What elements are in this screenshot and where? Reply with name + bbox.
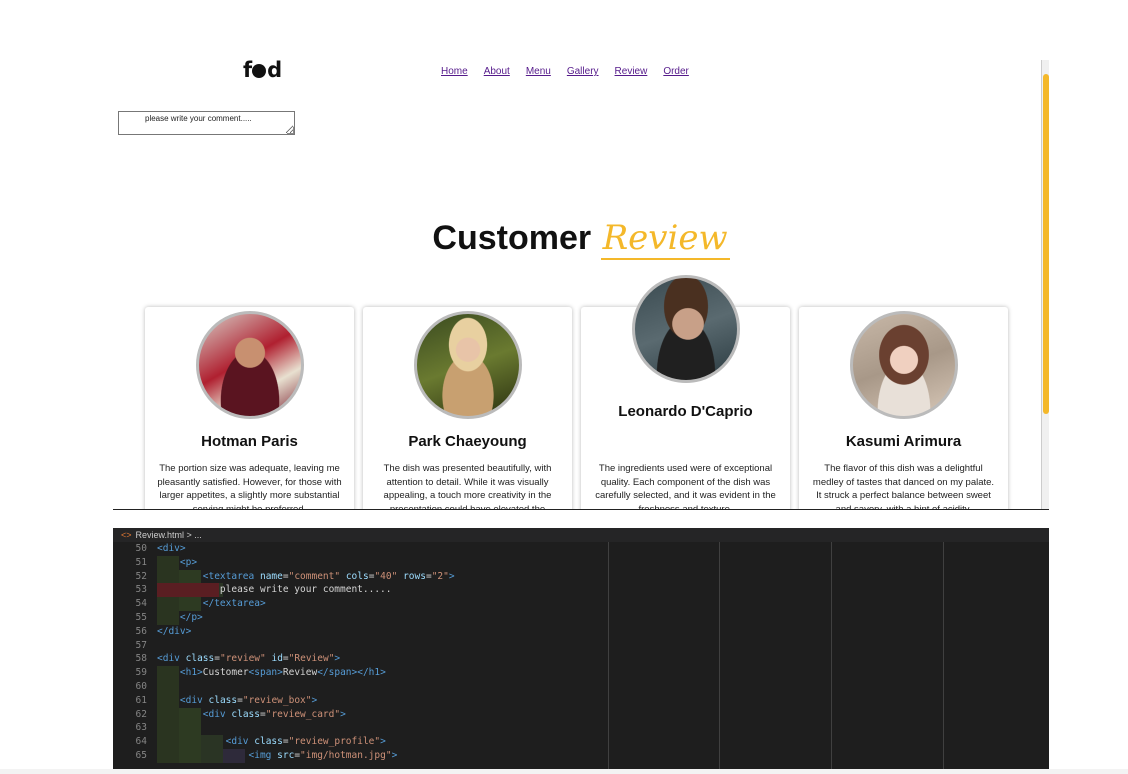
reviewer-name: Hotman Paris xyxy=(201,433,298,450)
nav-gallery[interactable]: Gallery xyxy=(567,66,599,77)
code-line[interactable]: 53 please write your comment..... xyxy=(113,583,1049,598)
html-file-icon: <> xyxy=(121,530,132,540)
line-number: 52 xyxy=(135,570,147,582)
ruler-guide xyxy=(831,542,832,770)
review-text: The flavor of this dish was a delightful… xyxy=(812,463,995,510)
line-number: 54 xyxy=(135,598,147,610)
line-number: 61 xyxy=(135,694,147,706)
review-title: Customer Review xyxy=(432,218,730,260)
avatar xyxy=(849,311,958,419)
code-text[interactable]: <h1>Customer<span>Review</span></h1> xyxy=(157,667,386,678)
code-line[interactable]: 64 <div class="review_profile"> xyxy=(113,735,1049,749)
comment-textarea[interactable]: please write your comment..... xyxy=(118,111,295,135)
code-text[interactable]: <p> xyxy=(157,557,197,568)
avatar xyxy=(195,311,304,419)
line-number: 58 xyxy=(135,653,147,665)
line-number: 50 xyxy=(135,543,147,554)
review-card: Leonardo D'Caprio The ingredients used w… xyxy=(581,275,790,510)
review-text: The dish was presented beautifully, with… xyxy=(383,463,552,510)
review-card: Hotman Paris The portion size was adequa… xyxy=(145,307,354,510)
page-preview: fd Home About Menu Gallery Review Order … xyxy=(113,58,1049,510)
avatar xyxy=(631,275,740,383)
code-line[interactable]: 58 <div class="review" id="Review"> xyxy=(113,652,1049,666)
code-line[interactable]: 54 </textarea> xyxy=(113,597,1049,611)
status-strip xyxy=(0,769,1128,774)
breadcrumb-rest: > ... xyxy=(186,530,202,540)
nav-review[interactable]: Review xyxy=(615,66,648,77)
line-number: 59 xyxy=(135,667,147,679)
code-line[interactable]: 55 </p> xyxy=(113,610,1049,625)
code-line[interactable]: 52 <textarea name="comment" cols="40" ro… xyxy=(113,569,1049,584)
code-text[interactable]: <div> xyxy=(157,543,186,554)
code-line[interactable]: 65 <img src="img/hotman.jpg"> xyxy=(113,748,1049,763)
nav-home[interactable]: Home xyxy=(441,66,468,77)
code-line[interactable]: 50 <div> xyxy=(113,542,1049,556)
avatar xyxy=(413,311,522,419)
nav-menu[interactable]: Menu xyxy=(526,66,551,77)
line-number: 56 xyxy=(135,625,147,637)
review-text: The portion size was adequate, leaving m… xyxy=(157,463,342,510)
code-text[interactable]: please write your comment..... xyxy=(157,584,392,595)
tomato-icon xyxy=(252,64,267,78)
code-text[interactable]: <div class="review" id="Review"> xyxy=(157,653,340,664)
preview-scrollbar[interactable] xyxy=(1041,60,1049,510)
code-text[interactable]: <textarea name="comment" cols="40" rows=… xyxy=(157,571,455,582)
indent-guide xyxy=(179,721,201,736)
nav-about[interactable]: About xyxy=(484,66,510,77)
line-number: 64 xyxy=(135,736,147,748)
line-number: 60 xyxy=(135,680,147,692)
code-line[interactable]: 62 <div class="review_card"> xyxy=(113,707,1049,722)
code-text[interactable]: </textarea> xyxy=(157,598,266,609)
scrollbar-thumb[interactable] xyxy=(1043,74,1049,414)
breadcrumb-file[interactable]: Review.html xyxy=(136,530,185,540)
review-text: The ingredients used were of exceptional… xyxy=(595,463,776,510)
reviewer-name: Leonardo D'Caprio xyxy=(618,403,753,420)
code-line[interactable]: 60 xyxy=(113,679,1049,694)
indent-guide xyxy=(157,679,179,694)
review-box: Hotman Paris The portion size was adequa… xyxy=(145,275,1009,510)
indent-guide xyxy=(157,721,179,736)
code-text[interactable]: </div> xyxy=(157,626,191,637)
reviewer-name: Park Chaeyoung xyxy=(408,433,527,450)
review-card: Kasumi Arimura The flavor of this dish w… xyxy=(799,307,1008,510)
code-line[interactable]: 63 xyxy=(113,721,1049,736)
line-number: 55 xyxy=(135,611,147,623)
breadcrumb[interactable]: <> Review.html > ... xyxy=(113,528,1049,542)
code-lines[interactable]: 50 <div> 51 <p> 52 <textarea name="comment"… xyxy=(113,542,1049,763)
site-logo[interactable]: fd xyxy=(243,58,282,82)
code-line[interactable]: 61 <div class="review_box"> xyxy=(113,693,1049,708)
ruler-guide xyxy=(608,542,609,770)
line-number: 53 xyxy=(135,584,147,596)
code-line[interactable]: 59 <h1>Customer<span>Review</span></h1> xyxy=(113,666,1049,680)
reviewer-name: Kasumi Arimura xyxy=(845,433,962,450)
code-text[interactable]: <img src="img/hotman.jpg"> xyxy=(157,750,398,761)
line-number: 65 xyxy=(135,749,147,761)
code-text[interactable]: <div class="review_box"> xyxy=(157,695,317,706)
code-line[interactable]: 57 xyxy=(113,639,1049,653)
code-line[interactable]: 51 <p> xyxy=(113,555,1049,570)
code-text[interactable]: </p> xyxy=(157,612,203,623)
main-nav: Home About Menu Gallery Review Order xyxy=(441,66,689,77)
code-editor[interactable]: <> Review.html > ... 50 <div> 51 <p> 52 <tex… xyxy=(113,528,1049,770)
review-title-highlight: Review xyxy=(600,218,730,260)
pane-divider[interactable] xyxy=(113,509,1049,510)
line-number: 57 xyxy=(135,639,147,651)
code-line[interactable]: 56 </div> xyxy=(113,625,1049,639)
code-text[interactable]: <div class="review_card"> xyxy=(157,709,346,720)
line-number: 51 xyxy=(135,556,147,568)
ruler-guide xyxy=(943,542,944,770)
line-number: 63 xyxy=(135,722,147,734)
nav-order[interactable]: Order xyxy=(663,66,689,77)
code-text[interactable]: <div class="review_profile"> xyxy=(157,736,386,747)
line-number: 62 xyxy=(135,708,147,720)
ruler-guide xyxy=(719,542,720,770)
review-card: Park Chaeyoung The dish was presented be… xyxy=(363,307,572,510)
